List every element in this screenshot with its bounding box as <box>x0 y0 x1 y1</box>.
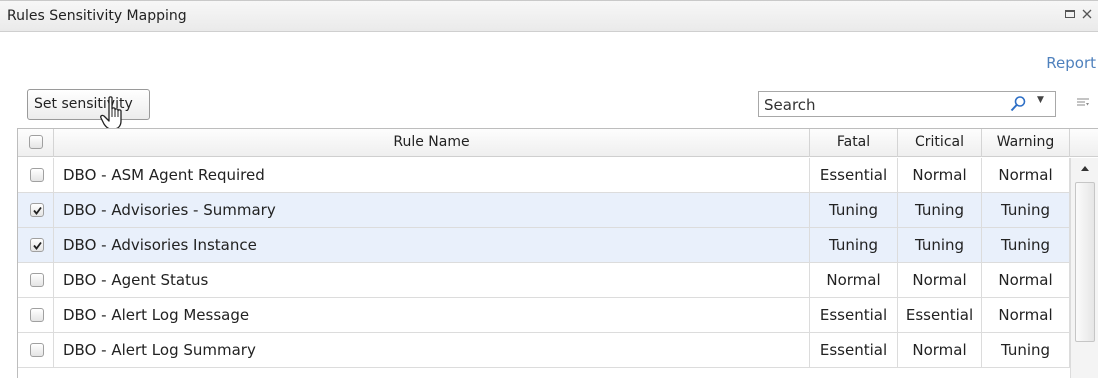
row-select-cell <box>18 193 54 228</box>
column-header-fatal[interactable]: Fatal <box>810 129 898 157</box>
table-row[interactable]: DBO - Alert Log Summary Essential Normal Tu… <box>18 333 1070 368</box>
table-row[interactable]: DBO - Advisories - Summary Tuning Tuning Tu… <box>18 193 1070 228</box>
critical-cell: Normal <box>898 333 982 368</box>
scrollbar-thumb[interactable] <box>1075 182 1095 342</box>
row-checkbox[interactable] <box>30 203 44 217</box>
critical-cell: Essential <box>898 298 982 333</box>
fatal-cell: Essential <box>810 333 898 368</box>
column-chooser-icon[interactable] <box>1076 96 1090 110</box>
row-checkbox[interactable] <box>30 308 44 322</box>
warning-cell: Normal <box>982 263 1070 298</box>
row-select-cell <box>18 298 54 333</box>
critical-cell: Normal <box>898 158 982 193</box>
warning-cell: Tuning <box>982 228 1070 263</box>
warning-cell: Normal <box>982 298 1070 333</box>
row-select-cell <box>18 263 54 298</box>
check-icon <box>33 206 42 215</box>
check-icon <box>33 241 42 250</box>
search-input[interactable]: Search <box>764 96 816 114</box>
row-checkbox[interactable] <box>30 238 44 252</box>
fatal-cell: Normal <box>810 263 898 298</box>
row-checkbox[interactable] <box>30 343 44 357</box>
row-select-cell <box>18 333 54 368</box>
table-row[interactable]: DBO - Agent Status Normal Normal Normal <box>18 263 1070 298</box>
critical-cell: Tuning <box>898 228 982 263</box>
row-checkbox[interactable] <box>30 168 44 182</box>
fatal-cell: Tuning <box>810 228 898 263</box>
table-row[interactable]: DBO - Advisories Instance Tuning Tuning Tun… <box>18 228 1070 263</box>
rule-name-cell: DBO - Agent Status <box>54 263 810 298</box>
table-row[interactable]: DBO - ASM Agent Required Essential Normal N… <box>18 158 1070 193</box>
critical-cell: Normal <box>898 263 982 298</box>
scroll-up-icon[interactable] <box>1071 158 1098 180</box>
restore-icon[interactable] <box>1064 8 1076 24</box>
column-header-rule-name[interactable]: Rule Name <box>54 129 810 157</box>
fatal-cell: Tuning <box>810 193 898 228</box>
search-icon <box>1010 96 1026 112</box>
fatal-cell: Essential <box>810 158 898 193</box>
fatal-cell: Essential <box>810 298 898 333</box>
header-select-all[interactable] <box>18 129 54 157</box>
row-select-cell <box>18 228 54 263</box>
panel-titlebar: Rules Sensitivity Mapping <box>0 0 1098 32</box>
rule-name-cell: DBO - Advisories Instance <box>54 228 810 263</box>
column-header-critical[interactable]: Critical <box>898 129 982 157</box>
grid-header: Rule Name Fatal Critical Warning <box>18 129 1098 157</box>
table-row[interactable]: DBO - Alert Log Message Essential Essentia… <box>18 298 1070 333</box>
select-all-checkbox[interactable] <box>29 135 43 149</box>
warning-cell: Tuning <box>982 333 1070 368</box>
row-select-cell <box>18 158 54 193</box>
warning-cell: Normal <box>982 158 1070 193</box>
rule-name-cell: DBO - Alert Log Message <box>54 298 810 333</box>
report-link[interactable]: Report <box>1046 54 1096 72</box>
chevron-down-icon: ▼ <box>1037 95 1044 105</box>
vertical-scrollbar[interactable] <box>1070 158 1098 378</box>
search-field[interactable]: Search ▼ <box>758 91 1056 117</box>
search-dropdown-button[interactable]: ▼ <box>997 92 1055 116</box>
set-sensitivity-button[interactable]: Set sensitivity <box>27 89 150 120</box>
rule-name-cell: DBO - ASM Agent Required <box>54 158 810 193</box>
rules-grid: Rule Name Fatal Critical Warning DBO - A… <box>17 128 1098 378</box>
row-checkbox[interactable] <box>30 273 44 287</box>
warning-cell: Tuning <box>982 193 1070 228</box>
close-icon[interactable] <box>1081 8 1093 24</box>
critical-cell: Tuning <box>898 193 982 228</box>
rule-name-cell: DBO - Advisories - Summary <box>54 193 810 228</box>
rules-sensitivity-panel: Rules Sensitivity Mapping Report Set sen… <box>0 0 1098 378</box>
rule-name-cell: DBO - Alert Log Summary <box>54 333 810 368</box>
panel-title: Rules Sensitivity Mapping <box>7 8 187 24</box>
column-header-warning[interactable]: Warning <box>982 129 1070 157</box>
